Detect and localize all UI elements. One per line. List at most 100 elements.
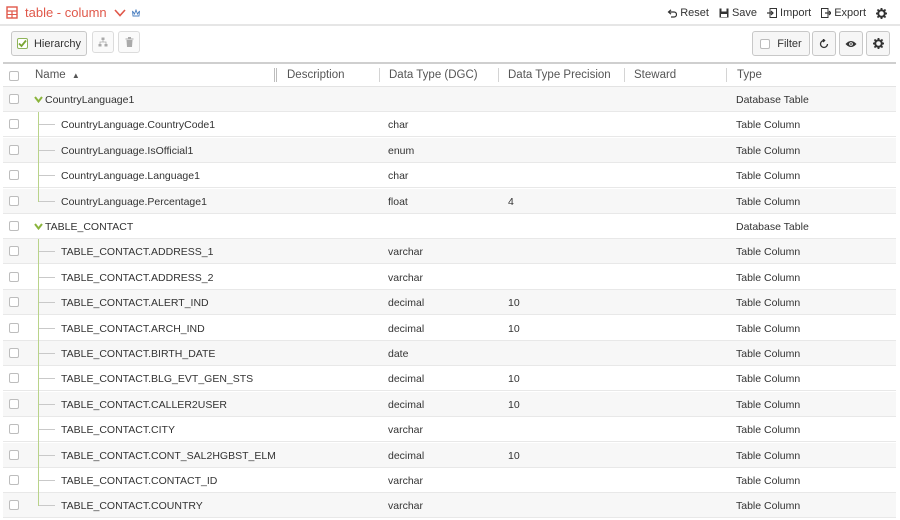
- expand-chevron-icon[interactable]: [34, 223, 43, 230]
- cell-name[interactable]: CountryLanguage.CountryCode1: [61, 119, 215, 131]
- row-checkbox[interactable]: [9, 246, 19, 257]
- column-header-name[interactable]: Name ▲: [35, 69, 80, 81]
- tree-guide-line: [38, 290, 39, 317]
- column-header-precision[interactable]: Data Type Precision: [508, 69, 611, 81]
- undo-icon: [667, 8, 678, 18]
- chevron-down-icon[interactable]: [114, 8, 126, 17]
- save-button[interactable]: Save: [719, 7, 757, 19]
- column-settings-button[interactable]: [866, 31, 890, 56]
- row-checkbox[interactable]: [9, 119, 19, 130]
- reset-button[interactable]: Reset: [667, 7, 709, 19]
- table-row[interactable]: TABLE_CONTACT.CALLER2USER decimal 10 Table …: [3, 391, 896, 418]
- delete-button[interactable]: [118, 31, 140, 53]
- row-checkbox[interactable]: [9, 348, 19, 358]
- row-checkbox[interactable]: [9, 398, 19, 409]
- filter-label: Filter: [777, 37, 802, 50]
- column-divider[interactable]: [624, 68, 625, 82]
- column-header-data-type[interactable]: Data Type (DGC): [389, 69, 478, 81]
- table-row[interactable]: TABLE_CONTACT.CONTACT_ID varchar Table Col…: [3, 468, 896, 494]
- row-checkbox[interactable]: [9, 373, 19, 384]
- tree-branch-line: [39, 175, 55, 177]
- expand-chevron-icon[interactable]: [34, 96, 43, 103]
- table-row[interactable]: TABLE_CONTACT.ADDRESS_1 varchar Table Colu…: [3, 239, 896, 266]
- table-row[interactable]: CountryLanguage1 Database Table: [3, 87, 896, 112]
- cell-name[interactable]: TABLE_CONTACT.BLG_EVT_GEN_STS: [61, 373, 253, 385]
- column-resize-handle[interactable]: [274, 68, 277, 82]
- cell-name[interactable]: TABLE_CONTACT.CONT_SAL2HGBST_ELM: [61, 450, 276, 462]
- table-row[interactable]: TABLE_CONTACT.CONT_SAL2HGBST_ELM decimal 1…: [3, 442, 896, 469]
- column-header-type[interactable]: Type: [737, 69, 762, 81]
- cell-name[interactable]: CountryLanguage1: [45, 94, 134, 106]
- row-checkbox[interactable]: [9, 322, 19, 333]
- cell-name[interactable]: CountryLanguage.Percentage1: [61, 196, 207, 208]
- filter-button[interactable]: Filter: [752, 31, 810, 56]
- column-divider[interactable]: [498, 68, 499, 82]
- row-checkbox[interactable]: [9, 424, 19, 435]
- cell-data-type: char: [388, 170, 409, 183]
- select-all-checkbox[interactable]: [9, 71, 19, 81]
- cell-name[interactable]: TABLE_CONTACT.CALLER2USER: [61, 399, 227, 411]
- row-checkbox[interactable]: [9, 500, 19, 511]
- table-row[interactable]: CountryLanguage.Percentage1 float 4 Table C…: [3, 188, 896, 214]
- table-row[interactable]: TABLE_CONTACT.CITY varchar Table Column: [3, 417, 896, 444]
- tree-guide-line: [38, 417, 39, 444]
- cell-name[interactable]: CountryLanguage.IsOfficial1: [61, 145, 193, 157]
- cell-name[interactable]: TABLE_CONTACT.ADDRESS_1: [61, 246, 214, 258]
- table-row[interactable]: TABLE_CONTACT.ALERT_IND decimal 10 Table Co…: [3, 290, 896, 317]
- column-divider[interactable]: [726, 68, 727, 82]
- row-checkbox[interactable]: [9, 297, 19, 308]
- tree-branch-line: [39, 454, 55, 456]
- cell-name[interactable]: TABLE_CONTACT.CITY: [61, 424, 175, 436]
- cell-name[interactable]: TABLE_CONTACT.CONTACT_ID: [61, 475, 217, 487]
- settings-button[interactable]: [876, 7, 890, 19]
- row-checkbox[interactable]: [9, 221, 19, 231]
- trash-icon: [125, 37, 133, 47]
- table-row[interactable]: TABLE_CONTACT.ADDRESS_2 varchar Table Colu…: [3, 264, 896, 291]
- row-checkbox[interactable]: [9, 170, 19, 181]
- cell-name[interactable]: CountryLanguage.Language1: [61, 170, 200, 182]
- table-row[interactable]: TABLE_CONTACT.COUNTRY varchar Table Column: [3, 493, 896, 519]
- tree-branch-line: [39, 302, 55, 304]
- tree-branch-line: [39, 200, 55, 202]
- table-row[interactable]: CountryLanguage.CountryCode1 char Table Co…: [3, 112, 896, 139]
- table-row[interactable]: TABLE_CONTACT Database Table: [3, 214, 896, 239]
- import-label: Import: [780, 7, 812, 19]
- gear-icon: [872, 38, 884, 49]
- column-divider[interactable]: [379, 68, 380, 82]
- table-row[interactable]: TABLE_CONTACT.BIRTH_DATE date Table Column: [3, 341, 896, 367]
- row-checkbox[interactable]: [9, 195, 19, 206]
- column-header-description[interactable]: Description: [287, 69, 345, 81]
- cell-name[interactable]: TABLE_CONTACT.COUNTRY: [61, 500, 203, 512]
- cell-data-type: varchar: [388, 271, 424, 284]
- hierarchy-tree-button[interactable]: [92, 31, 114, 53]
- import-icon: [767, 8, 778, 18]
- row-checkbox[interactable]: [9, 144, 19, 155]
- row-checkbox[interactable]: [9, 475, 19, 485]
- table-row[interactable]: CountryLanguage.IsOfficial1 enum Table Col…: [3, 137, 896, 164]
- cell-type: Database Table: [736, 94, 809, 106]
- hierarchy-toggle-button[interactable]: Hierarchy: [11, 31, 87, 56]
- row-checkbox[interactable]: [9, 271, 19, 282]
- cell-type: Table Column: [736, 144, 801, 157]
- view-title-group[interactable]: table - column: [6, 5, 140, 20]
- cell-name[interactable]: TABLE_CONTACT: [45, 221, 133, 233]
- table-row[interactable]: TABLE_CONTACT.BLG_EVT_GEN_STS decimal 10 Ta…: [3, 366, 896, 393]
- reset-label: Reset: [680, 7, 709, 19]
- cell-name[interactable]: TABLE_CONTACT.BIRTH_DATE: [61, 348, 215, 360]
- eye-icon: [845, 40, 857, 47]
- row-checkbox[interactable]: [9, 449, 19, 460]
- import-button[interactable]: Import: [767, 7, 811, 19]
- column-header-steward[interactable]: Steward: [634, 69, 676, 81]
- cell-type: Table Column: [736, 475, 801, 487]
- row-checkbox[interactable]: [9, 94, 19, 104]
- cell-name[interactable]: TABLE_CONTACT.ARCH_IND: [61, 323, 205, 335]
- cell-name[interactable]: TABLE_CONTACT.ADDRESS_2: [61, 272, 214, 284]
- cell-data-type: decimal: [388, 449, 425, 462]
- table-row[interactable]: CountryLanguage.Language1 char Table Colum…: [3, 163, 896, 190]
- cell-name[interactable]: TABLE_CONTACT.ALERT_IND: [61, 297, 209, 309]
- table-view-icon: [6, 6, 18, 19]
- visibility-button[interactable]: [839, 31, 863, 56]
- refresh-button[interactable]: [812, 31, 836, 56]
- table-row[interactable]: TABLE_CONTACT.ARCH_IND decimal 10 Table Col…: [3, 315, 896, 342]
- export-button[interactable]: Export: [821, 7, 866, 19]
